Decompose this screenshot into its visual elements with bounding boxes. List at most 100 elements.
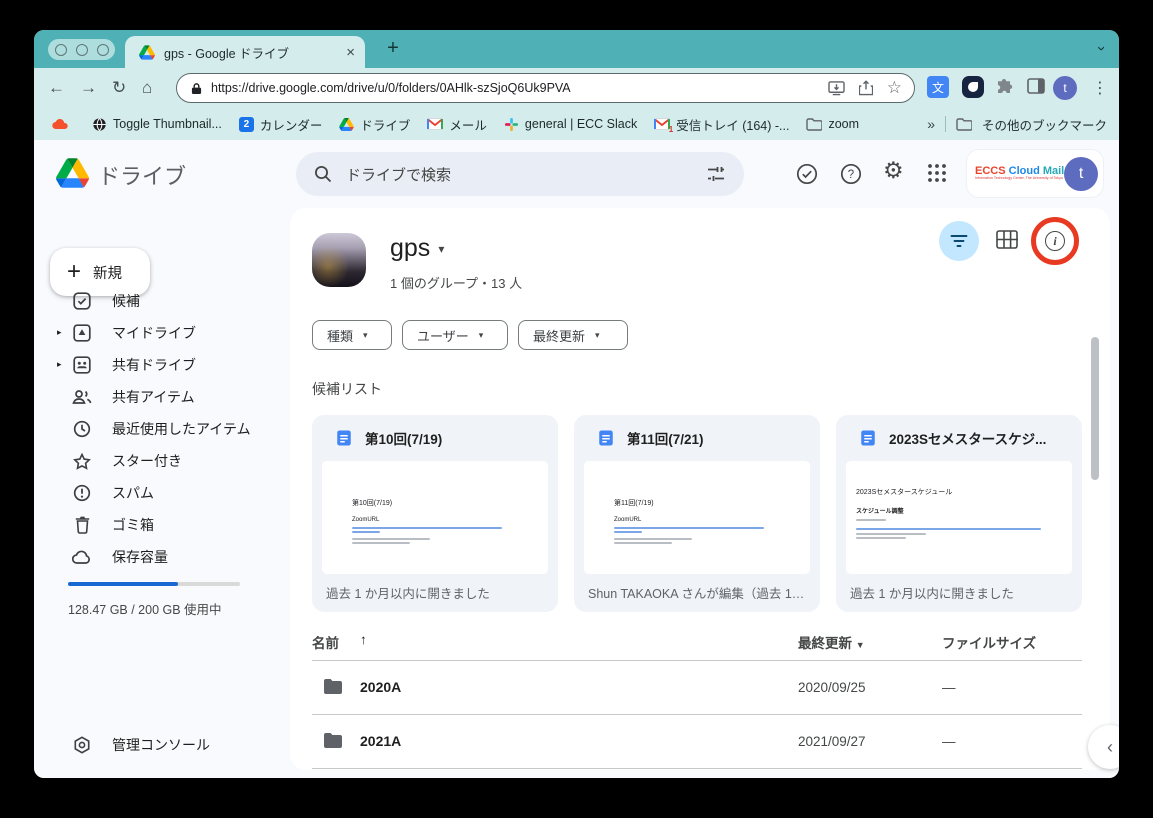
tab-strip: gps - Google ドライブ × + ‹ [34,30,1119,68]
forward-button[interactable]: → [80,78,97,98]
suggested-file-card[interactable]: 2023Sセメスタースケジ... 2023Sセメスタースケジュール スケジュール… [836,415,1082,612]
browser-profile-avatar[interactable]: t [1053,76,1077,100]
approval-check-icon [70,289,94,313]
expand-caret-icon[interactable]: ▸ [57,359,62,370]
close-window-button[interactable] [55,44,67,56]
account-chip[interactable]: ECCS Cloud Mail Information Technology C… [967,150,1103,197]
page-title[interactable]: gps▾ [390,234,444,263]
bookmark-folder-zoom[interactable]: zoom [806,117,859,131]
calendar-icon: 2 [239,117,254,132]
folder-icon [956,118,972,131]
sidebar-item-storage[interactable]: 保存容量 [34,541,290,573]
filter-chip-type[interactable]: 種類▾ [312,320,392,350]
apps-grid-icon[interactable] [927,163,947,183]
docs-file-icon [335,429,353,447]
search-bar[interactable]: ドライブで検索 [296,152,744,196]
home-button[interactable]: ⌂ [142,78,152,98]
cloud-icon [70,545,94,569]
browser-tab[interactable]: gps - Google ドライブ × [125,36,365,68]
sidebar-item-shared-drives[interactable]: ▸ 共有ドライブ [34,349,290,381]
column-header-size[interactable]: ファイルサイズ [942,632,1036,652]
bookmark-drive[interactable]: ドライブ [339,115,410,134]
sidebar-item-spam[interactable]: スパム [34,477,290,509]
back-button[interactable]: ← [48,78,65,98]
group-avatar[interactable] [312,233,366,287]
storage-progress-bar [68,582,240,586]
docs-file-icon [859,429,877,447]
extensions-puzzle-icon[interactable] [995,77,1015,97]
other-bookmarks-label[interactable]: その他のブックマーク [982,115,1107,134]
extension-icon-dark[interactable] [962,76,984,98]
sidebar-item-admin-console[interactable]: 管理コンソール [34,729,290,761]
sidebar-item-shared-with-me[interactable]: 共有アイテム [34,381,290,413]
new-tab-button[interactable]: + [381,37,405,61]
maximize-window-button[interactable] [97,44,109,56]
filter-chip-modified[interactable]: 最終更新▾ [518,320,628,350]
sidebar-item-my-drive[interactable]: ▸ マイドライブ [34,317,290,349]
search-icon [314,165,332,183]
address-bar[interactable]: https://drive.google.com/drive/u/0/folde… [176,73,915,103]
search-options-icon[interactable] [706,165,726,183]
docs-file-icon [597,429,615,447]
bookmarks-bar: Toggle Thumbnail... 2 カレンダー ドライブ メール gen… [34,108,1119,140]
storage-progress-fill [68,582,178,586]
drive-logo-icon[interactable] [56,158,89,188]
settings-gear-icon[interactable]: ⚙ [883,159,904,182]
gmail-icon [427,118,443,130]
sidebar-item-recent[interactable]: 最近使用したアイテム [34,413,290,445]
bookmarks-divider [945,116,946,132]
bookmark-mail[interactable]: メール [427,115,487,134]
suggested-file-card[interactable]: 第11回(7/21) 第11回(7/19) ZoomURL Shun TAKAO… [574,415,820,612]
bookmark-inbox[interactable]: 1 受信トレイ (164) -... [654,115,789,134]
svg-text:?: ? [848,169,854,181]
scrollbar-thumb[interactable] [1091,337,1099,480]
tab-list-chevron-icon[interactable]: ‹ [1092,46,1109,51]
url-text: https://drive.google.com/drive/u/0/folde… [211,81,814,95]
bookmark-toggle-thumbnail[interactable]: Toggle Thumbnail... [92,117,222,132]
tab-title: gps - Google ドライブ [164,43,340,62]
bookmark-slack[interactable]: general | ECC Slack [504,117,637,132]
lock-icon [191,82,202,95]
reload-button[interactable]: ↻ [112,78,126,98]
chevron-left-icon: ‹ [1107,737,1113,758]
side-panel-icon[interactable] [1027,78,1045,94]
share-icon[interactable] [859,80,873,96]
sidebar-item-suggested[interactable]: 候補 [34,285,290,317]
column-header-name[interactable]: 名前 [312,632,339,652]
bookmark-star-icon[interactable]: ☆ [887,78,902,98]
filter-button[interactable] [939,221,979,261]
group-subtitle: 1 個のグループ・13 人 [390,273,522,292]
bookmark-calendar[interactable]: 2 カレンダー [239,115,323,134]
title-caret-icon[interactable]: ▾ [438,242,444,256]
drive-sidebar: + 新規 候補 ▸ マイドライブ ▸ 共有ドライブ 共有アイテム [34,208,290,778]
sort-ascending-icon[interactable]: ↑ [360,632,367,647]
account-avatar[interactable]: t [1064,157,1098,191]
main-content: gps▾ 1 個のグループ・13 人 i 種類▾ ユーザー▾ 最終更新▾ 候補リ… [290,208,1110,770]
sidebar-item-starred[interactable]: スター付き [34,445,290,477]
chevron-down-icon: ▾ [479,330,484,341]
install-icon[interactable] [828,81,845,96]
suggested-section-title: 候補リスト [312,379,382,399]
card-activity-text: 過去 1 か月以内に開きました [850,583,1068,602]
filter-chip-people[interactable]: ユーザー▾ [402,320,508,350]
help-icon[interactable]: ? [840,163,862,185]
filter-icon [950,234,968,248]
tab-close-icon[interactable]: × [346,44,355,61]
table-divider [312,660,1082,661]
minimize-window-button[interactable] [76,44,88,56]
shared-drive-icon [70,353,94,377]
bookmarks-overflow-icon[interactable]: » [927,116,935,132]
globe-icon [92,117,107,132]
expand-caret-icon[interactable]: ▸ [57,327,62,338]
availability-check-icon[interactable] [796,163,818,185]
search-placeholder: ドライブで検索 [346,164,706,185]
admin-console-icon [70,733,94,757]
suggested-file-card[interactable]: 第10回(7/19) 第10回(7/19) ZoomURL 過去 1 か月以内に… [312,415,558,612]
bookmark-cloud[interactable] [52,118,75,130]
translate-extension-icon[interactable]: 文 [927,76,949,98]
browser-menu-icon[interactable]: ⋮ [1092,78,1108,98]
doc-preview: 第10回(7/19) ZoomURL [322,461,548,574]
grid-view-button[interactable] [996,230,1018,249]
sidebar-item-trash[interactable]: ゴミ箱 [34,509,290,541]
column-header-modified[interactable]: 最終更新 ▼ [798,632,865,652]
